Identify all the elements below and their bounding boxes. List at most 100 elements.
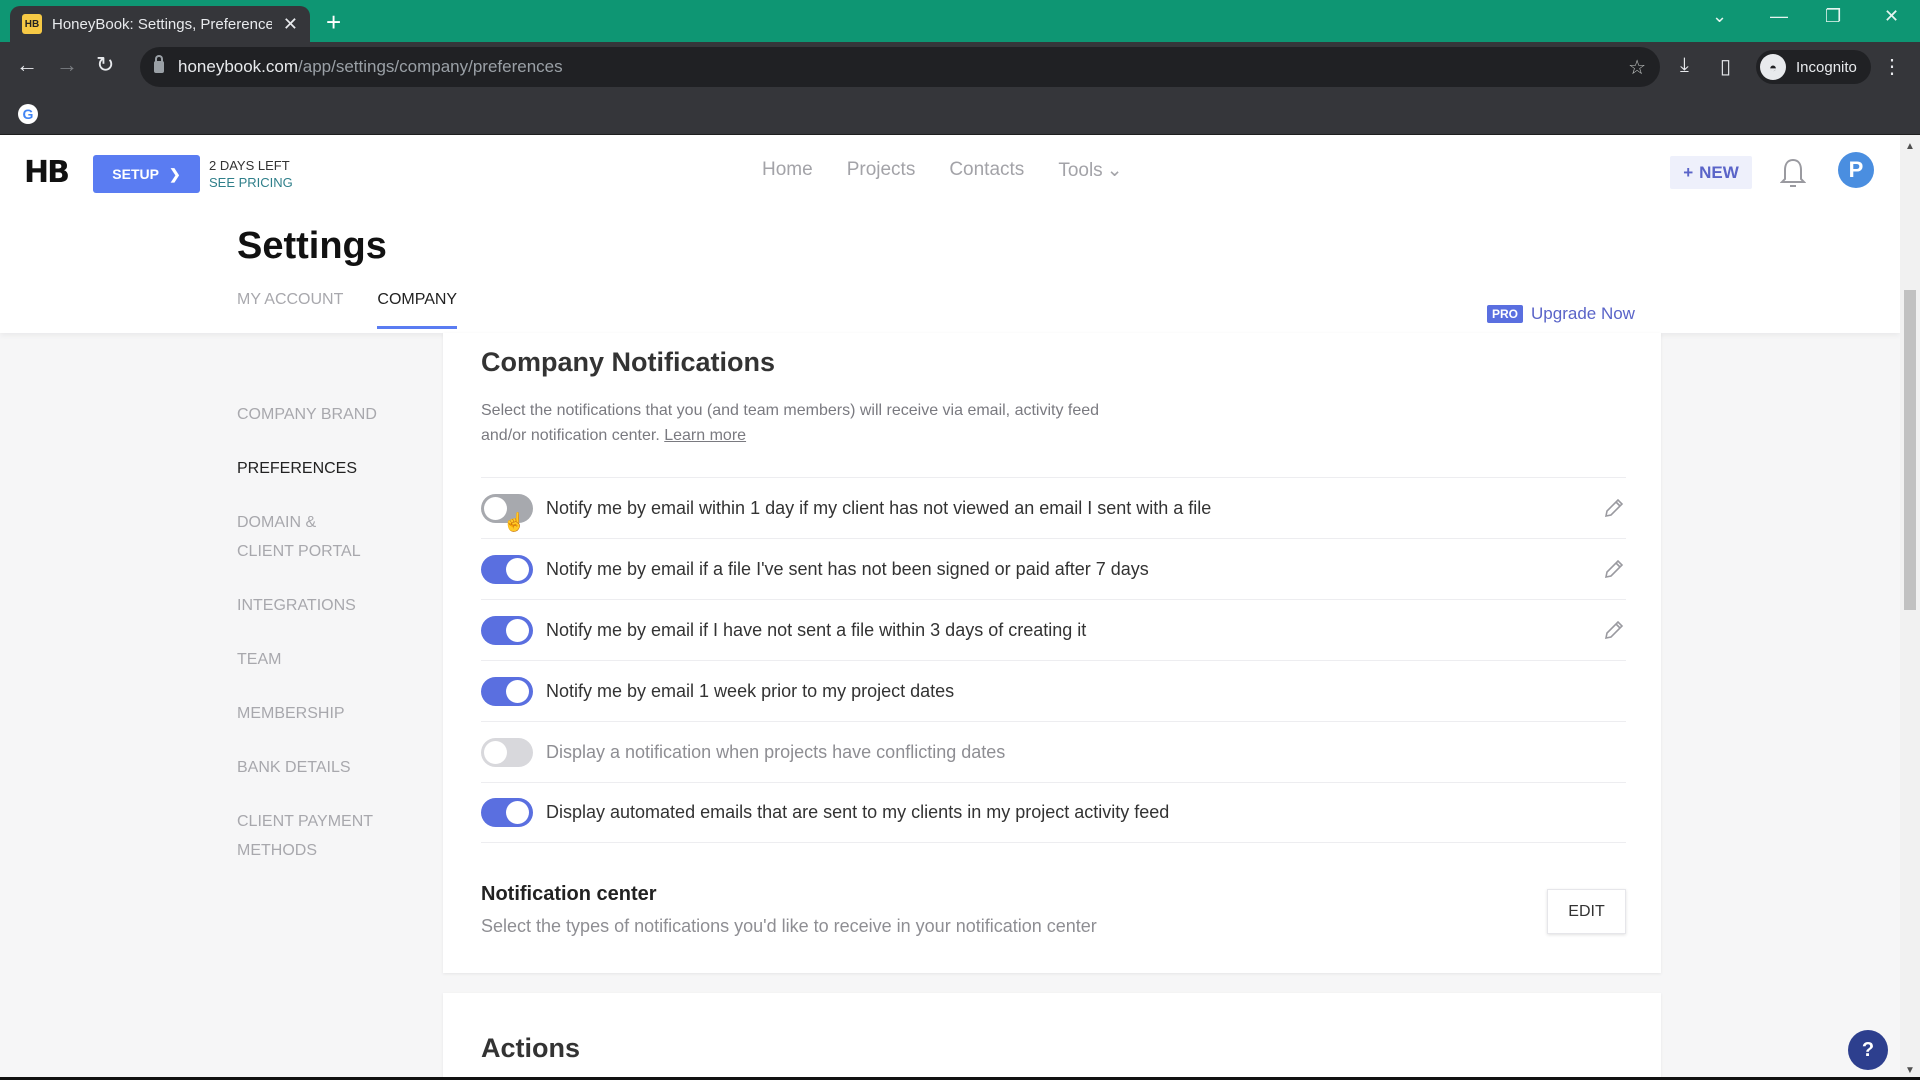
pro-badge: PRO xyxy=(1487,305,1524,323)
new-label: NEW xyxy=(1699,162,1739,182)
scroll-up-arrow-icon[interactable]: ▲ xyxy=(1905,141,1915,152)
toggle-knob xyxy=(506,679,529,703)
toggle-knob xyxy=(506,618,529,642)
sidebar-item-integrations[interactable]: INTEGRATIONS xyxy=(237,591,437,620)
download-icon[interactable]: ⤓ xyxy=(1680,54,1689,77)
learn-more-link[interactable]: Learn more xyxy=(664,427,746,444)
main-nav: Home Projects Contacts Tools ⌄ xyxy=(762,159,1123,182)
notification-row: Display a notification when projects hav… xyxy=(481,721,1626,782)
nav-contacts[interactable]: Contacts xyxy=(949,159,1024,182)
notification-row: Notify me by email if a file I've sent h… xyxy=(481,538,1626,599)
lock-icon xyxy=(154,55,164,73)
notification-toggle[interactable] xyxy=(481,676,533,706)
notification-label: Notify me by email within 1 day if my cl… xyxy=(546,497,1212,518)
sidebar-item-bank-details[interactable]: BANK DETAILS xyxy=(237,753,437,782)
section-title: Company Notifications xyxy=(481,347,776,377)
incognito-profile[interactable]: ◓ Incognito xyxy=(1756,50,1871,84)
pencil-edit-icon[interactable] xyxy=(1602,496,1626,520)
settings-sidebar: COMPANY BRAND PREFERENCES DOMAIN & CLIEN… xyxy=(237,400,437,890)
upgrade-label: Upgrade Now xyxy=(1531,304,1635,323)
help-button[interactable]: ? xyxy=(1848,1030,1888,1070)
browser-menu-icon[interactable]: ⋮ xyxy=(1882,54,1902,79)
notification-row: Notify me by email if I have not sent a … xyxy=(481,599,1626,660)
sidebar-item-preferences[interactable]: PREFERENCES xyxy=(237,454,437,483)
notification-toggle[interactable] xyxy=(481,554,533,584)
notification-toggle[interactable] xyxy=(481,798,533,827)
minimize-icon[interactable]: — xyxy=(1770,6,1788,27)
reload-icon[interactable]: ↻ xyxy=(96,52,114,78)
notification-label: Notify me by email if I have not sent a … xyxy=(546,619,1087,640)
company-notifications-card: Company Notifications Select the notific… xyxy=(443,333,1661,973)
setup-label: SETUP xyxy=(112,166,159,182)
nav-tools[interactable]: Tools ⌄ xyxy=(1058,159,1122,182)
notification-row: Notify me by email 1 week prior to my pr… xyxy=(481,660,1626,721)
toggle-knob xyxy=(506,801,529,824)
back-icon[interactable]: ← xyxy=(16,52,38,78)
nav-tools-label: Tools xyxy=(1058,160,1103,181)
edit-notification-center-button[interactable]: EDIT xyxy=(1547,889,1626,934)
app-header: HB SETUP ❯ 2 DAYS LEFT SEE PRICING Home … xyxy=(0,135,1900,333)
tab-title: HoneyBook: Settings, Preferences xyxy=(52,15,272,33)
notification-center-description: Select the types of notifications you'd … xyxy=(481,916,1097,936)
setup-button[interactable]: SETUP ❯ xyxy=(93,155,200,193)
tab-search-chevron-icon[interactable]: ⌄ xyxy=(1712,6,1727,27)
honeybook-favicon-icon: HB xyxy=(22,14,42,34)
notification-label: Notify me by email 1 week prior to my pr… xyxy=(546,680,955,701)
sidebar-item-domain-client-portal[interactable]: DOMAIN & CLIENT PORTAL xyxy=(237,508,377,566)
browser-toolbar: ← → ↻ honeybook.com /app/settings/compan… xyxy=(0,42,1920,94)
notification-rows: ☝ Notify me by email within 1 day if my … xyxy=(481,477,1626,843)
chevron-down-icon: ⌄ xyxy=(1106,160,1123,181)
browser-tabstrip: HB HoneyBook: Settings, Preferences ✕ + … xyxy=(0,0,1920,42)
side-panel-icon[interactable]: ▯ xyxy=(1720,54,1731,79)
tab-company[interactable]: COMPANY xyxy=(377,291,458,329)
plus-icon: + xyxy=(1683,162,1694,182)
incognito-label: Incognito xyxy=(1796,58,1857,76)
notification-toggle[interactable] xyxy=(481,737,533,767)
toggle-knob xyxy=(484,740,507,764)
bookmark-star-icon[interactable]: ☆ xyxy=(1628,55,1646,80)
bookmarks-bar: G xyxy=(0,94,1920,135)
new-tab-icon[interactable]: + xyxy=(326,7,341,38)
notifications-bell-icon[interactable] xyxy=(1780,157,1806,189)
scroll-down-arrow-icon[interactable]: ▼ xyxy=(1905,1065,1915,1076)
url-path: /app/settings/company/preferences xyxy=(298,57,563,76)
scrollbar-thumb[interactable] xyxy=(1904,290,1916,610)
notification-toggle[interactable] xyxy=(481,615,533,645)
nav-projects[interactable]: Projects xyxy=(847,159,916,182)
upgrade-now-link[interactable]: PRO Upgrade Now xyxy=(1487,304,1635,324)
google-icon[interactable]: G xyxy=(18,104,38,124)
incognito-icon: ◓ xyxy=(1760,54,1786,80)
see-pricing-link[interactable]: SEE PRICING xyxy=(209,175,293,190)
honeybook-logo[interactable]: HB xyxy=(24,155,70,190)
toggle-knob xyxy=(506,557,529,581)
chevron-right-icon: ❯ xyxy=(168,165,181,182)
nav-home[interactable]: Home xyxy=(762,159,813,182)
sidebar-item-team[interactable]: TEAM xyxy=(237,645,437,674)
close-window-icon[interactable]: ✕ xyxy=(1884,6,1899,27)
sidebar-item-company-brand[interactable]: COMPANY BRAND xyxy=(237,400,437,429)
notification-row: Display automated emails that are sent t… xyxy=(481,782,1626,843)
page-title: Settings xyxy=(237,225,387,267)
address-bar[interactable]: honeybook.com /app/settings/company/pref… xyxy=(140,47,1660,87)
pencil-edit-icon[interactable] xyxy=(1602,618,1626,642)
forward-icon[interactable]: → xyxy=(56,52,78,78)
notification-label: Notify me by email if a file I've sent h… xyxy=(546,558,1149,579)
user-avatar[interactable]: P xyxy=(1838,152,1874,188)
section-description: Select the notifications that you (and t… xyxy=(481,398,1101,448)
notification-label: Display automated emails that are sent t… xyxy=(546,802,1170,822)
actions-card: Actions xyxy=(443,993,1661,1080)
tab-my-account[interactable]: MY ACCOUNT xyxy=(237,291,343,329)
actions-title: Actions xyxy=(481,1033,581,1063)
sidebar-item-membership[interactable]: MEMBERSHIP xyxy=(237,699,437,728)
close-tab-icon[interactable]: ✕ xyxy=(283,14,298,35)
notification-row: ☝ Notify me by email within 1 day if my … xyxy=(481,477,1626,538)
browser-tab[interactable]: HB HoneyBook: Settings, Preferences ✕ xyxy=(10,6,310,42)
sidebar-item-client-payment-methods[interactable]: CLIENT PAYMENT METHODS xyxy=(237,807,397,865)
settings-tabs: MY ACCOUNT COMPANY xyxy=(237,291,458,329)
new-button[interactable]: + NEW xyxy=(1670,156,1752,189)
notification-toggle[interactable]: ☝ xyxy=(481,493,533,532)
pencil-edit-icon[interactable] xyxy=(1602,557,1626,581)
hand-cursor-icon: ☝ xyxy=(503,511,526,532)
page-scrollbar[interactable]: ▲ ▼ xyxy=(1900,135,1920,1080)
restore-icon[interactable]: ❐ xyxy=(1825,6,1841,27)
